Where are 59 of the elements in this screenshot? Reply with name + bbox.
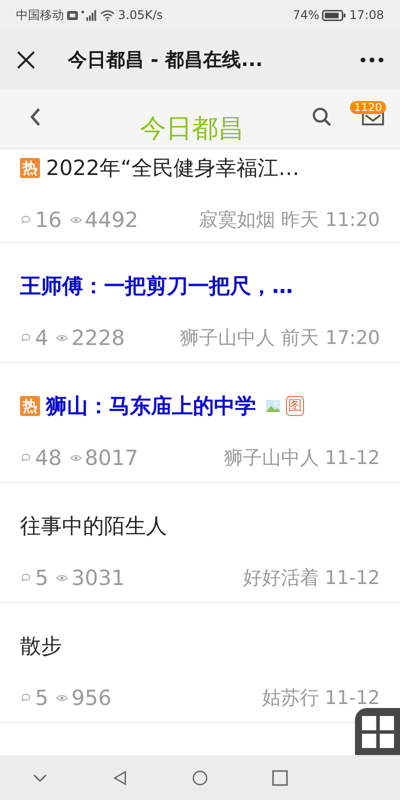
post-time: 11-12 — [324, 447, 380, 469]
comment-count: 5 — [35, 566, 48, 590]
post-author: 狮子山中人 — [224, 446, 319, 471]
post-title[interactable]: 2022年“全民健身幸福江… — [46, 154, 300, 182]
window-title: 今日都昌 - 都昌在线... — [68, 48, 264, 73]
back-triangle-icon[interactable] — [112, 770, 128, 786]
view-count: 4492 — [84, 208, 138, 232]
hd-icon — [67, 10, 78, 20]
view-count: 3031 — [71, 566, 125, 590]
comment-count: 16 — [35, 208, 62, 232]
close-icon[interactable] — [16, 50, 36, 70]
eye-icon — [70, 215, 82, 225]
post-time: 11-12 — [324, 567, 380, 589]
view-count: 956 — [71, 686, 112, 710]
signal-icon — [81, 10, 97, 20]
post-title[interactable]: 王师傅：一把剪刀一把尺，… — [20, 272, 293, 300]
network-speed: 3.05K/s — [118, 8, 163, 22]
view-count: 2228 — [71, 326, 125, 350]
post-title[interactable]: 散步 — [20, 632, 62, 660]
comment-count: 4 — [35, 326, 48, 350]
search-icon[interactable] — [312, 107, 332, 127]
post-author: 好好活着 — [242, 566, 319, 591]
post-title[interactable]: 狮山：马东庙上的中学 — [46, 392, 256, 420]
back-icon[interactable] — [29, 107, 41, 127]
comment-icon — [20, 215, 32, 225]
more-icon[interactable] — [360, 57, 384, 63]
image-icon — [266, 400, 280, 412]
post-author: 寂寞如烟 — [199, 208, 276, 233]
post-author: 狮子山中人 — [180, 326, 276, 351]
clock: 17:08 — [349, 8, 384, 22]
comment-icon — [20, 333, 32, 343]
view-count: 8017 — [84, 446, 138, 470]
hot-badge: 热 — [20, 158, 40, 178]
comment-count: 48 — [35, 446, 62, 470]
battery-percent: 74% — [292, 8, 320, 22]
grid-button[interactable] — [355, 708, 400, 755]
comment-icon — [20, 693, 32, 703]
recents-square-icon[interactable] — [272, 770, 288, 786]
comment-count: 5 — [35, 686, 48, 710]
hot-badge: 热 — [20, 396, 40, 416]
comment-icon — [20, 573, 32, 583]
post-title[interactable]: 往事中的陌生人 — [20, 512, 167, 540]
home-circle-icon[interactable] — [192, 770, 208, 786]
eye-icon — [56, 333, 68, 343]
wifi-icon — [100, 10, 115, 20]
count-badge: 1120 — [350, 101, 386, 114]
page-title: 今日都昌 — [140, 113, 244, 146]
battery-icon — [322, 10, 346, 20]
eye-icon — [70, 453, 82, 463]
eye-icon — [56, 573, 68, 583]
post-time: 11-12 — [324, 687, 380, 709]
eye-icon — [56, 693, 68, 703]
post-time: 前天 17:20 — [281, 326, 380, 351]
post-time: 昨天 11:20 — [281, 208, 380, 233]
image-tag: 图 — [286, 396, 304, 416]
carrier-name: 中国移动 — [16, 6, 64, 24]
post-author: 姑苏行 — [262, 686, 319, 711]
grid-icon — [362, 716, 394, 748]
comment-icon — [20, 453, 32, 463]
